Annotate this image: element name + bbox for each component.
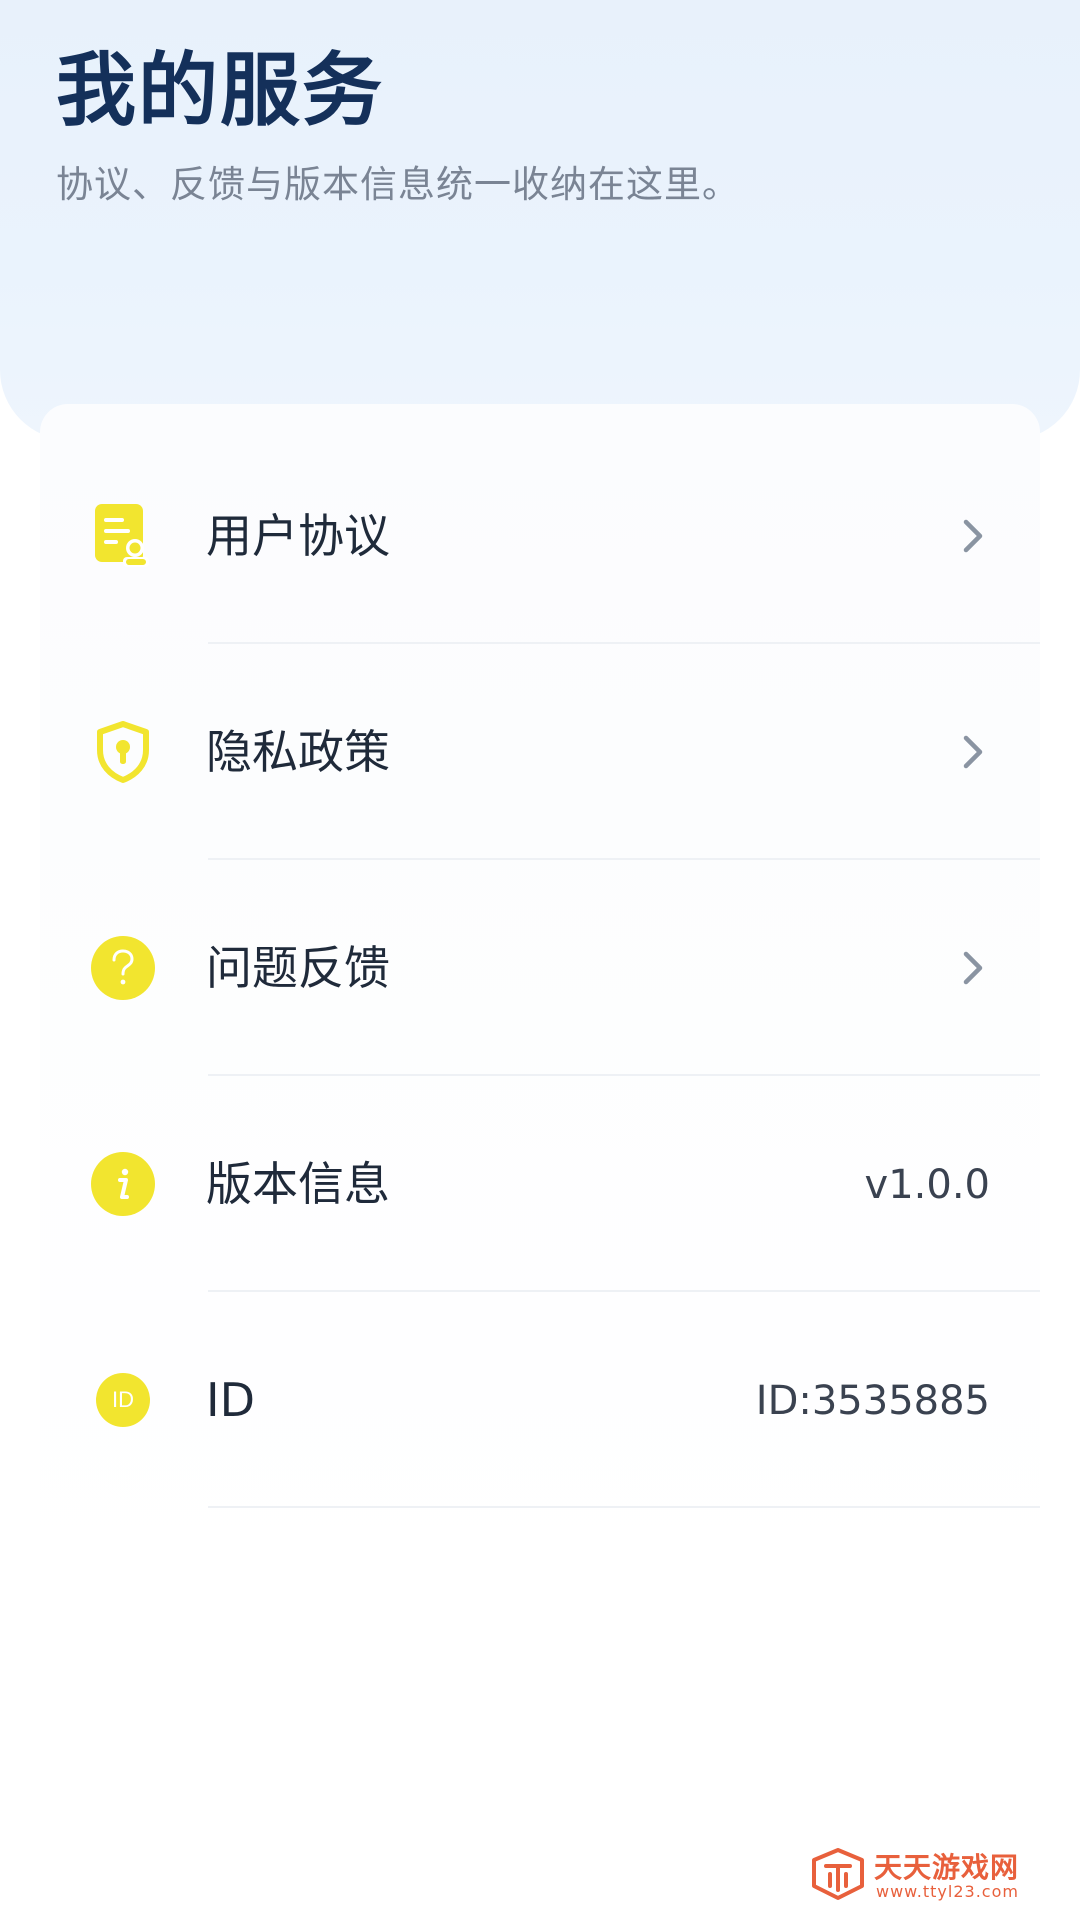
page-title: 我的服务 xyxy=(56,44,384,137)
watermark-url: www.ttyl23.com xyxy=(876,1882,1019,1901)
chevron-right-icon xyxy=(963,519,983,553)
shield-keyhole-icon xyxy=(90,719,156,785)
id-badge-text: ID xyxy=(112,1387,134,1412)
menu-item-label: 问题反馈 xyxy=(206,941,390,995)
watermark-text: 天天游戏网 xyxy=(874,1851,1020,1884)
chevron-right-icon xyxy=(963,735,983,769)
menu-item-version-info[interactable]: 版本信息 v1.0.0 xyxy=(40,1076,1040,1292)
menu-item-label: 隐私政策 xyxy=(206,725,390,779)
info-circle-icon xyxy=(90,1151,156,1217)
watermark: 天天游戏网 www.ttyl23.com xyxy=(808,1844,1060,1904)
document-user-icon xyxy=(90,503,156,569)
menu-item-user-agreement[interactable]: 用户协议 xyxy=(40,428,1040,644)
id-value: ID:3535885 xyxy=(755,1378,990,1424)
page-subtitle: 协议、反馈与版本信息统一收纳在这里。 xyxy=(56,163,740,206)
divider xyxy=(208,1506,1040,1508)
chevron-right-icon xyxy=(963,951,983,985)
menu-item-label: 版本信息 xyxy=(206,1157,390,1211)
version-value: v1.0.0 xyxy=(864,1162,990,1208)
menu-item-label: ID xyxy=(206,1373,255,1427)
menu-item-feedback[interactable]: 问题反馈 xyxy=(40,860,1040,1076)
page: 我的服务 协议、反馈与版本信息统一收纳在这里。 用户协议 隐私政策 问题反馈 版… xyxy=(0,0,1080,1920)
question-circle-icon xyxy=(90,935,156,1001)
watermark-logo-icon xyxy=(812,1848,864,1900)
menu-item-id[interactable]: ID ID ID:3535885 xyxy=(40,1292,1040,1508)
menu-item-label: 用户协议 xyxy=(206,509,390,563)
menu-item-privacy-policy[interactable]: 隐私政策 xyxy=(40,644,1040,860)
id-badge-icon: ID xyxy=(90,1367,156,1433)
